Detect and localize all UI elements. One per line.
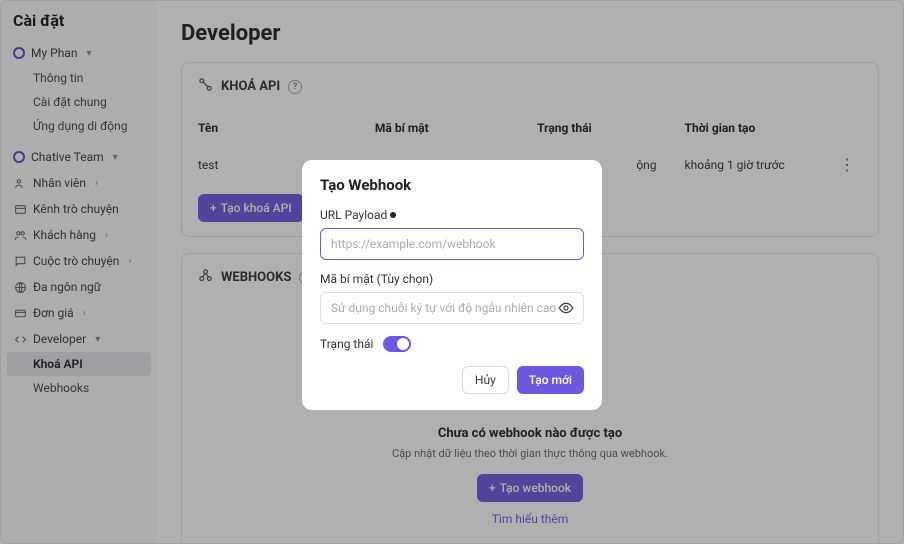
secret-label: Mã bí mật (Tùy chọn) — [320, 272, 584, 286]
modal-backdrop[interactable]: Tạo Webhook URL Payload Mã bí mật (Tùy c… — [0, 0, 904, 544]
url-label: URL Payload — [320, 208, 584, 222]
status-label: Trạng thái — [320, 337, 373, 351]
status-toggle[interactable] — [383, 336, 411, 352]
required-icon — [390, 212, 396, 218]
secret-input[interactable] — [320, 292, 584, 324]
create-webhook-modal: Tạo Webhook URL Payload Mã bí mật (Tùy c… — [302, 160, 602, 410]
modal-title: Tạo Webhook — [320, 176, 584, 194]
cancel-button[interactable]: Hủy — [462, 366, 509, 394]
eye-icon[interactable] — [558, 300, 574, 320]
url-payload-input[interactable] — [320, 228, 584, 260]
submit-button[interactable]: Tạo mới — [517, 366, 584, 394]
